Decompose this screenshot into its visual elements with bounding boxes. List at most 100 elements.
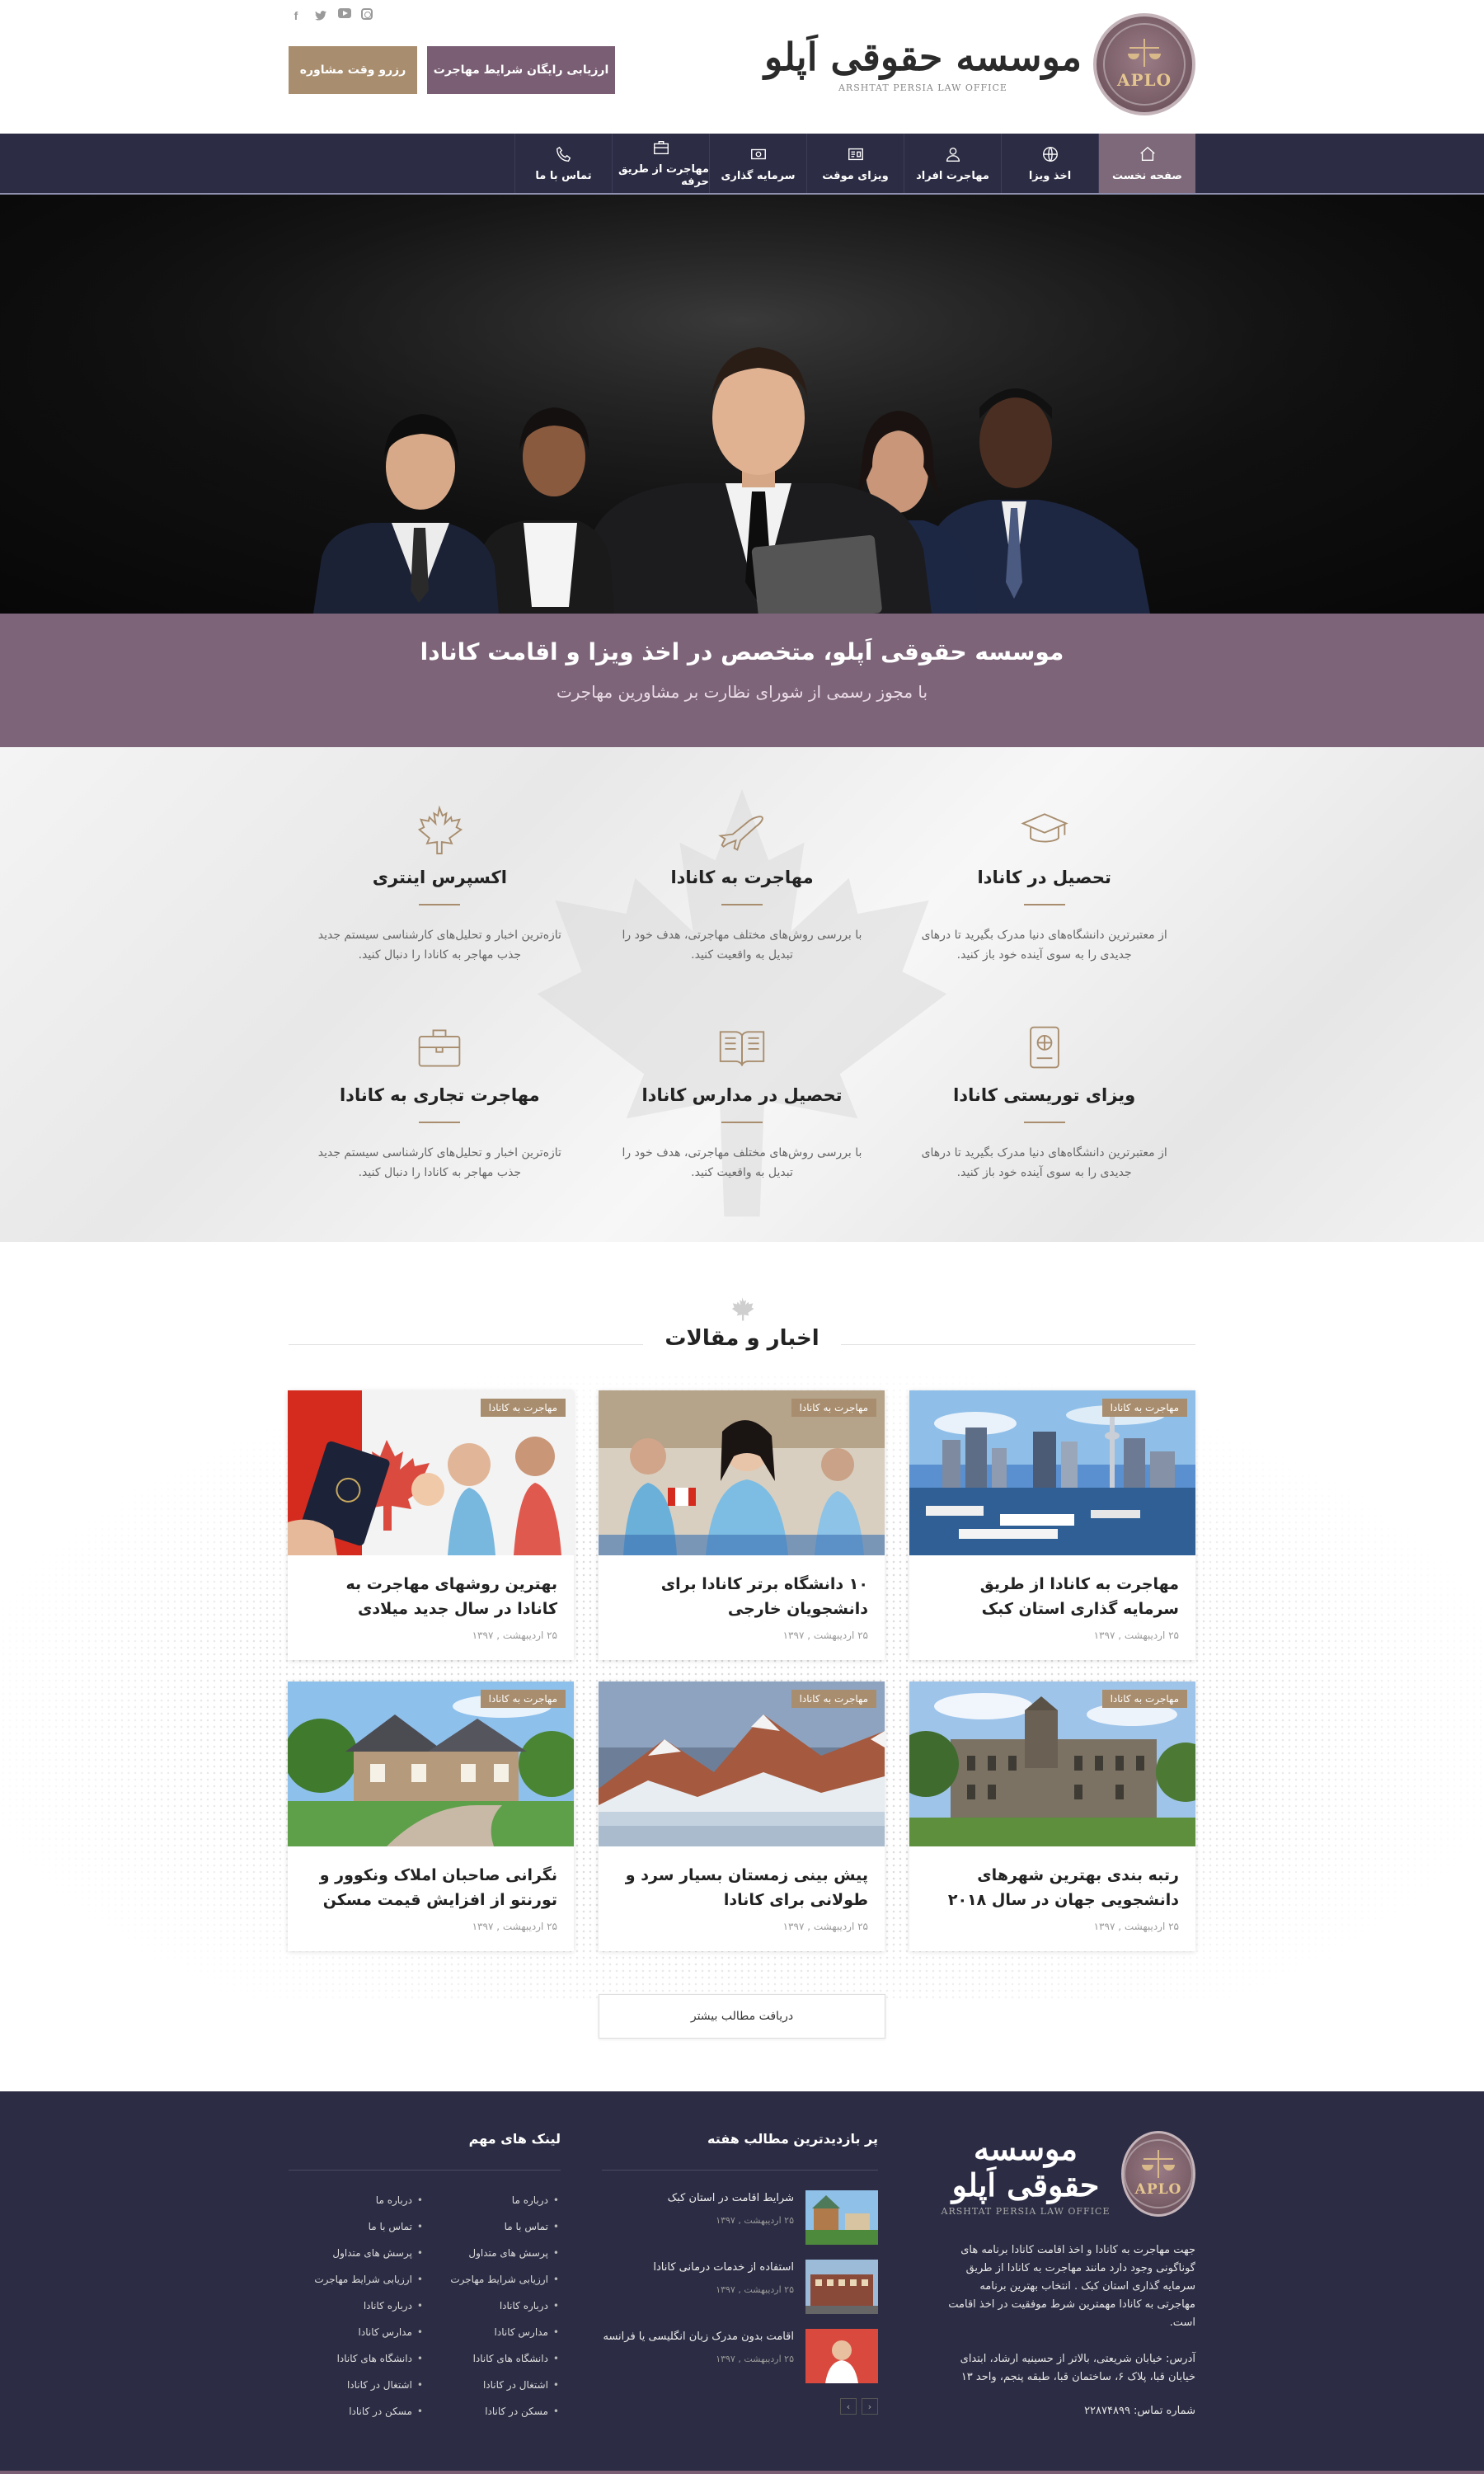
airplane-icon: [717, 805, 767, 854]
site-footer: APLO موسسه حقوقی اَپلو ARSHTAT PERSIA LA…: [0, 2091, 1484, 2474]
news-section: اخبار و مقالات مهاجرت به کانادا مهاجرت ب…: [0, 1242, 1484, 2091]
news-card[interactable]: مهاجرت به کانادا نگرانی صاحبان املاک ونک…: [288, 1681, 574, 1951]
footer-link[interactable]: ارزیابی شرایط مهاجرت: [425, 2266, 561, 2293]
nav-item-profession[interactable]: مهاجرت از طریق حرفه: [612, 134, 709, 193]
footer-address: آدرس: خیابان شریعتی، بالاتر از حسینیه ار…: [960, 2353, 1195, 2384]
footer-link[interactable]: تماس با ما: [289, 2213, 425, 2240]
nav-item-investment[interactable]: سرمایه گذاری: [709, 134, 806, 193]
footer-link[interactable]: مدارس کانادا: [425, 2319, 561, 2345]
chevron-right-icon[interactable]: ›: [862, 2398, 878, 2415]
service-text: از معتبرترین دانشگاه‌های دنیا مدرک بگیری…: [921, 1146, 1167, 1179]
links-column-left: درباره ما تماس با ما پرسش های متداول ارز…: [289, 2187, 425, 2425]
footer-logo[interactable]: APLO موسسه حقوقی اَپلو ARSHTAT PERSIA LA…: [940, 2131, 1195, 2217]
youtube-icon[interactable]: [338, 8, 351, 18]
news-card-title[interactable]: مهاجرت به کانادا از طریق سرمایه گذاری اس…: [909, 1555, 1195, 1626]
reserve-consultation-button[interactable]: رزرو وقت مشاوره: [289, 46, 417, 94]
news-card-title[interactable]: رتبه بندی بهترین شهرهای دانشجویی جهان در…: [909, 1846, 1195, 1917]
globe-icon: [1041, 145, 1059, 163]
news-card[interactable]: مهاجرت به کانادا مهاجرت به کانادا از طری…: [909, 1390, 1195, 1660]
news-card-title[interactable]: نگرانی صاحبان املاک ونکوور و تورنتو از ا…: [288, 1846, 574, 1917]
footer-link[interactable]: دانشگاه های کانادا: [289, 2345, 425, 2372]
footer-link[interactable]: ارزیابی شرایط مهاجرت: [289, 2266, 425, 2293]
service-express-entry[interactable]: اکسپرس اینتری تازه‌ترین اخبار و تحلیل‌ها…: [289, 805, 591, 965]
service-schools-canada[interactable]: تحصیل در مدارس کانادا با بررسی روش‌های م…: [591, 1023, 894, 1183]
intro-banner: موسسه حقوقی اَپلو، متخصص در اخذ ویزا و ا…: [0, 614, 1484, 747]
news-card[interactable]: مهاجرت به کانادا رتبه بندی بهترین شهرهای…: [909, 1681, 1195, 1951]
nav-label: اخذ ویزا: [1028, 169, 1072, 182]
social-links: f: [289, 0, 615, 23]
person-icon: [944, 145, 962, 163]
footer-link[interactable]: پرسش های متداول: [425, 2240, 561, 2266]
footer-link[interactable]: دانشگاه های کانادا: [425, 2345, 561, 2372]
popular-item[interactable]: اقامت بدون مدرک زبان انگلیسی یا فرانسه ۲…: [602, 2329, 878, 2383]
category-badge[interactable]: مهاجرت به کانادا: [480, 1399, 566, 1417]
news-image-house: مهاجرت به کانادا: [288, 1681, 574, 1846]
logo-seal: APLO: [1093, 13, 1195, 115]
news-card[interactable]: مهاجرت به کانادا پیش بینی زمستان بسیار س…: [599, 1681, 885, 1951]
scales-icon: [1128, 39, 1161, 68]
book-icon: [717, 1023, 767, 1072]
category-badge[interactable]: مهاجرت به کانادا: [791, 1399, 876, 1417]
news-card-title[interactable]: پیش بینی زمستان بسیار سرد و طولانی برای …: [599, 1846, 885, 1917]
nav-item-visa[interactable]: اخذ ویزا: [1001, 134, 1098, 193]
hero-image: [0, 195, 1484, 614]
service-title: تحصیل در مدارس کانادا: [641, 1085, 843, 1105]
phone-icon: [555, 145, 573, 163]
facebook-icon[interactable]: f: [289, 8, 303, 23]
footer-link[interactable]: اشتغال در کانادا: [289, 2372, 425, 2398]
logo-seal: APLO: [1121, 2131, 1195, 2218]
category-badge[interactable]: مهاجرت به کانادا: [791, 1690, 876, 1708]
footer-link[interactable]: مسکن در کانادا: [425, 2398, 561, 2425]
service-text: تازه‌ترین اخبار و تحلیل‌های کارشناسی سیس…: [317, 1146, 561, 1179]
banner-subtitle: با مجوز رسمی از شورای نظارت بر مشاورین م…: [556, 682, 928, 702]
popular-item[interactable]: شرایط اقامت در استان کبک ۲۵ اردیبهشت , ۱…: [602, 2190, 878, 2245]
news-image-passport-flag: مهاجرت به کانادا: [288, 1390, 574, 1555]
news-card-date: ۲۵ اردیبهشت , ۱۳۹۷: [1093, 1630, 1179, 1641]
nav-item-temporary-visa[interactable]: ویزای موقت: [806, 134, 904, 193]
category-badge[interactable]: مهاجرت به کانادا: [480, 1690, 566, 1708]
services-section: تحصیل در کانادا از معتبرترین دانشگاه‌های…: [0, 747, 1484, 1242]
footer-link[interactable]: درباره کانادا: [425, 2293, 561, 2319]
news-card-title[interactable]: بهترین روشهای مهاجرت به کانادا در سال جد…: [288, 1555, 574, 1626]
instagram-icon[interactable]: [361, 8, 373, 20]
service-text: با بررسی روش‌های مختلف مهاجرتی، هدف خود …: [622, 1146, 862, 1179]
service-tourist-visa[interactable]: ویزای توریستی کانادا از معتبرترین دانشگا…: [893, 1023, 1195, 1183]
news-card[interactable]: مهاجرت به کانادا ۱۰ دانشگاه برتر کانادا …: [599, 1390, 885, 1660]
footer-link[interactable]: درباره کانادا: [289, 2293, 425, 2319]
service-study-canada[interactable]: تحصیل در کانادا از معتبرترین دانشگاه‌های…: [893, 805, 1195, 965]
free-evaluation-button[interactable]: ارزیابی رایگان شرایط مهاجرت: [427, 46, 615, 94]
graduation-cap-icon: [1020, 805, 1069, 854]
service-business-immigration[interactable]: مهاجرت تجاری به کانادا تازه‌ترین اخبار و…: [289, 1023, 591, 1183]
nav-item-people-immigration[interactable]: مهاجرت افراد: [904, 134, 1001, 193]
category-badge[interactable]: مهاجرت به کانادا: [1101, 1690, 1187, 1708]
footer-link[interactable]: مسکن در کانادا: [289, 2398, 425, 2425]
divider: [721, 904, 763, 905]
footer-link[interactable]: تماس با ما: [425, 2213, 561, 2240]
news-card-title[interactable]: ۱۰ دانشگاه برتر کانادا برای دانشجویان خا…: [599, 1555, 885, 1626]
footer-link[interactable]: اشتغال در کانادا: [425, 2372, 561, 2398]
footer-link[interactable]: پرسش های متداول: [289, 2240, 425, 2266]
news-card[interactable]: مهاجرت به کانادا بهترین روشهای مهاجرت به…: [288, 1390, 574, 1660]
popular-item-title[interactable]: شرایط اقامت در استان کبک: [668, 2190, 794, 2207]
service-title: ویزای توریستی کانادا: [953, 1085, 1136, 1105]
popular-item-title[interactable]: اقامت بدون مدرک زبان انگلیسی یا فرانسه: [603, 2329, 794, 2345]
footer-link[interactable]: درباره ما: [425, 2187, 561, 2213]
service-text: از معتبرترین دانشگاه‌های دنیا مدرک بگیری…: [921, 929, 1167, 962]
site-logo[interactable]: APLO موسسه حقوقی اَپلو ARSHTAT PERSIA LA…: [764, 13, 1195, 115]
service-text: تازه‌ترین اخبار و تحلیل‌های کارشناسی سیس…: [317, 929, 561, 962]
footer-link[interactable]: درباره ما: [289, 2187, 425, 2213]
twitter-icon[interactable]: [313, 8, 328, 23]
category-badge[interactable]: مهاجرت به کانادا: [1101, 1399, 1187, 1417]
popular-item-title[interactable]: استفاده از خدمات درمانی کانادا: [653, 2260, 794, 2276]
chevron-left-icon[interactable]: ‹: [840, 2398, 857, 2415]
nav-label: تماس با ما: [535, 169, 592, 182]
nav-item-home[interactable]: صفحه نخست: [1098, 134, 1195, 193]
popular-item[interactable]: استفاده از خدمات درمانی کانادا ۲۵ اردیبه…: [602, 2260, 878, 2314]
logo-title: موسسه حقوقی اَپلو: [763, 35, 1082, 80]
service-immigration-canada[interactable]: مهاجرت به کانادا با بررسی روش‌های مختلف …: [591, 805, 894, 965]
footer-link[interactable]: مدارس کانادا: [289, 2319, 425, 2345]
home-icon: [1139, 145, 1157, 163]
business-team-photo: [0, 195, 1484, 614]
load-more-button[interactable]: دریافت مطالب بیشتر: [599, 1994, 885, 2039]
nav-item-contact[interactable]: تماس با ما: [514, 134, 612, 193]
